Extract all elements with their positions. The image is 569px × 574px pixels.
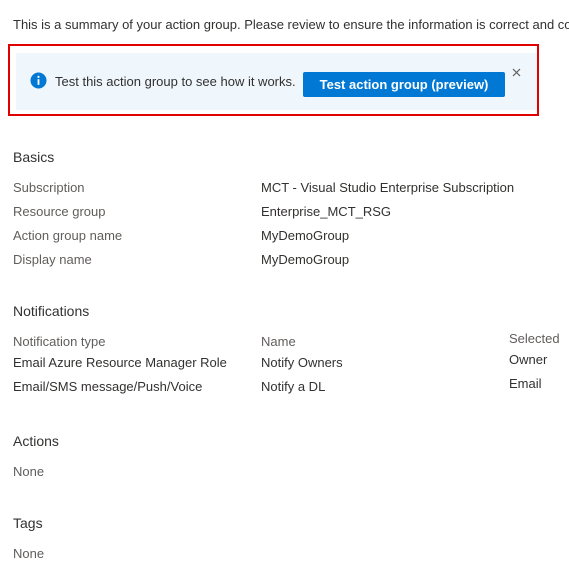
actions-section-title: Actions [13, 433, 59, 449]
resource-group-value: Enterprise_MCT_RSG [261, 204, 392, 219]
display-name-value: MyDemoGroup [261, 252, 350, 267]
info-message-text: Test this action group to see how it wor… [55, 74, 296, 89]
actions-value: None [13, 464, 45, 479]
close-icon[interactable] [510, 66, 523, 79]
tags-value: None [13, 546, 45, 561]
notification-type-header: Notification type [13, 334, 106, 349]
subscription-label: Subscription [13, 180, 85, 195]
notification-selected-header: Selected [509, 331, 560, 346]
notifications-section-title: Notifications [13, 303, 90, 319]
notification-row-1-type: Email Azure Resource Manager Role [13, 355, 227, 370]
action-group-name-label: Action group name [13, 228, 123, 243]
notification-row-1-name: Notify Owners [261, 355, 343, 370]
display-name-label: Display name [13, 252, 92, 267]
action-group-name-value: MyDemoGroup [261, 228, 350, 243]
notification-row-1-selected: Owner [509, 352, 548, 367]
info-icon [30, 72, 47, 89]
notification-name-header: Name [261, 334, 296, 349]
tags-section-title: Tags [13, 515, 43, 531]
basics-section-title: Basics [13, 149, 55, 165]
notification-row-2-selected: Email [509, 376, 542, 391]
test-action-group-button[interactable]: Test action group (preview) [303, 72, 505, 97]
review-summary-text: This is a summary of your action group. … [13, 17, 569, 32]
notification-row-2-type: Email/SMS message/Push/Voice [13, 379, 203, 394]
resource-group-label: Resource group [13, 204, 106, 219]
notification-row-2-name: Notify a DL [261, 379, 326, 394]
subscription-value: MCT - Visual Studio Enterprise Subscript… [261, 180, 515, 195]
